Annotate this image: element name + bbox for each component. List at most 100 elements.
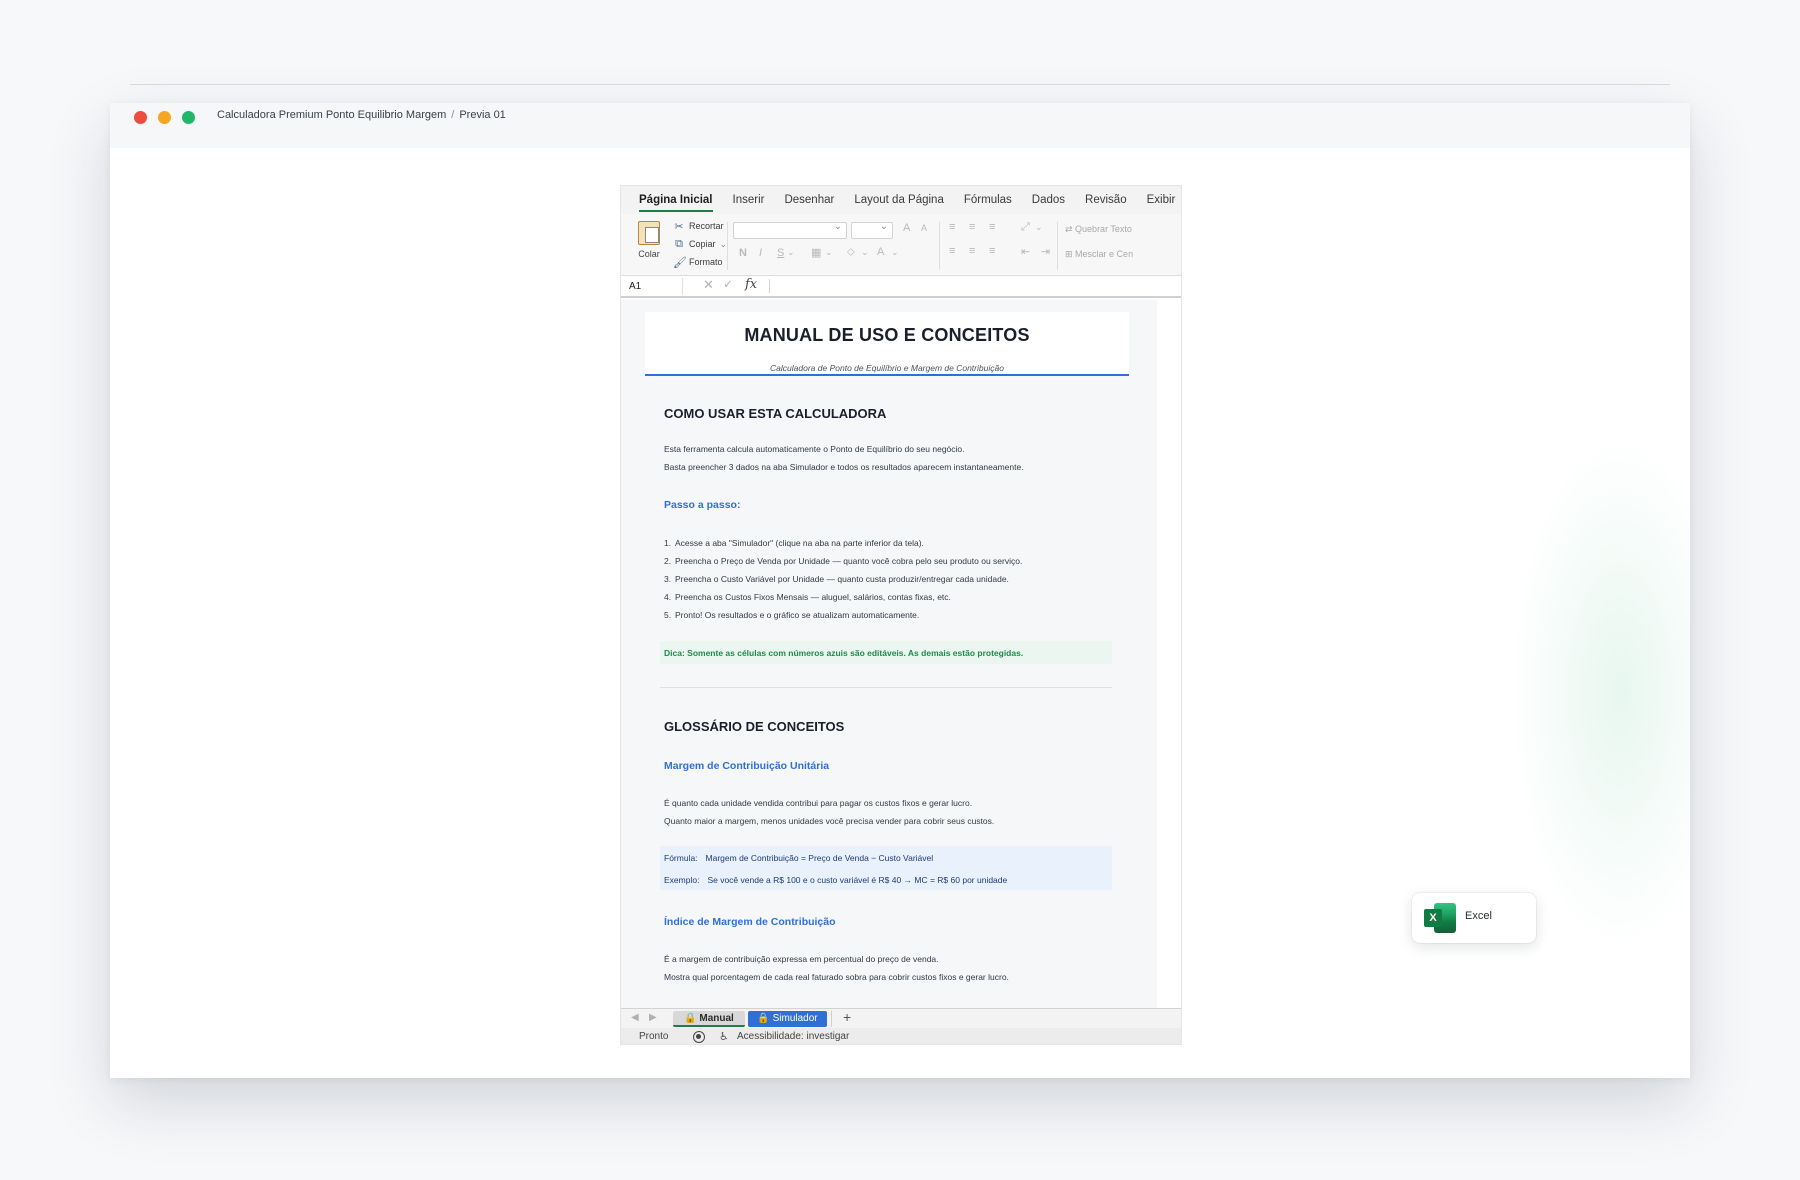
- merge-center-label: Mesclar e Cen: [1075, 249, 1134, 259]
- accessibility-icon[interactable]: ♿: [719, 1030, 729, 1043]
- ribbon-divider: [939, 222, 940, 270]
- tab-inserir[interactable]: Inserir: [723, 186, 775, 214]
- sheet-tab-manual-label: Manual: [699, 1013, 734, 1024]
- prev-sheet-icon[interactable]: ◀: [631, 1012, 639, 1023]
- merge-center-button[interactable]: ⊞ Mesclar e Cen: [1065, 249, 1133, 260]
- increase-font-icon[interactable]: A: [903, 222, 910, 234]
- scissors-icon: ✂: [674, 220, 684, 233]
- example-text: Se você vende a R$ 100 e o custo variáve…: [707, 875, 1008, 885]
- clipboard-icon: [638, 221, 660, 245]
- tab-layout-da-pagina[interactable]: Layout da Página: [844, 186, 954, 214]
- section-heading-how-to: COMO USAR ESTA CALCULADORA: [664, 406, 887, 421]
- font-color-icon[interactable]: A: [877, 246, 884, 258]
- step-item: 1. Acesse a aba "Simulador" (clique na ab…: [664, 538, 924, 548]
- orientation-icon[interactable]: ⤢: [1021, 221, 1030, 234]
- breadcrumb-separator: /: [451, 109, 455, 121]
- accessibility-status[interactable]: Acessibilidade: investigar: [737, 1031, 849, 1042]
- align-middle-icon[interactable]: ≡: [969, 221, 975, 233]
- insert-function-button[interactable]: fx: [745, 277, 757, 292]
- cut-label: Recortar: [689, 221, 724, 231]
- steps-heading: Passo a passo:: [664, 499, 741, 511]
- breadcrumb-page: Previa 01: [459, 109, 506, 121]
- top-divider: [130, 84, 1670, 85]
- format-painter-button[interactable]: 🖌 Formato: [673, 254, 727, 270]
- underline-button[interactable]: S: [777, 247, 784, 259]
- align-bottom-icon[interactable]: ≡: [989, 221, 995, 233]
- copy-button[interactable]: ⧉ Copiar ⌄: [673, 236, 727, 252]
- bold-button[interactable]: N: [739, 247, 747, 259]
- confirm-icon[interactable]: ✓: [723, 277, 733, 291]
- record-macro-icon[interactable]: [693, 1031, 705, 1043]
- formula-label: Fórmula:: [664, 853, 698, 863]
- tip-callout: Dica: Somente as células com números azu…: [660, 641, 1112, 664]
- brush-icon: 🖌: [673, 256, 687, 269]
- wrap-text-label: Quebrar Texto: [1075, 224, 1132, 234]
- borders-icon[interactable]: ▦: [811, 246, 821, 259]
- step-text: Preencha os Custos Fixos Mensais — alugu…: [675, 592, 951, 602]
- breadcrumb-project[interactable]: Calculadora Premium Ponto Equilibrio Mar…: [217, 109, 446, 121]
- step-text: Preencha o Preço de Venda por Unidade — …: [675, 556, 1023, 566]
- step-number: 2.: [664, 556, 672, 566]
- imc-line-2: Mostra qual porcentagem de cada real fat…: [664, 972, 1009, 982]
- app-badge[interactable]: X Excel: [1412, 893, 1536, 943]
- italic-button[interactable]: I: [759, 247, 762, 259]
- sheet-tab-manual[interactable]: 🔒 Manual: [673, 1011, 745, 1027]
- align-top-icon[interactable]: ≡: [949, 221, 955, 233]
- step-item: 4. Preencha os Custos Fixos Mensais — alu…: [664, 592, 951, 602]
- formula-line: Fórmula: Margem de Contribuição = Preço d…: [664, 853, 933, 863]
- ribbon-divider: [727, 222, 728, 270]
- chevron-down-icon: ⌄: [861, 247, 869, 257]
- chevron-down-icon: ⌄: [891, 247, 899, 257]
- formula-bar: A1 ✕ ✓ fx: [621, 276, 1181, 298]
- font-family-select[interactable]: [733, 221, 847, 239]
- sheet-tab-simulador[interactable]: 🔒 Simulador: [748, 1011, 827, 1027]
- ribbon-divider: [1057, 222, 1058, 270]
- section-divider: [660, 687, 1112, 688]
- tab-exibir[interactable]: Exibir: [1137, 186, 1181, 214]
- step-text: Acesse a aba "Simulador" (clique na aba …: [675, 538, 924, 548]
- minimize-window-button[interactable]: [158, 111, 171, 124]
- increase-indent-icon[interactable]: ⇥: [1041, 245, 1050, 258]
- sheet-tab-simulador-label: Simulador: [772, 1013, 818, 1024]
- intro-line-1: Esta ferramenta calcula automaticamente …: [664, 444, 965, 454]
- decrease-indent-icon[interactable]: ⇤: [1021, 245, 1030, 258]
- tab-revisao[interactable]: Revisão: [1075, 186, 1137, 214]
- tab-dados[interactable]: Dados: [1022, 186, 1075, 214]
- tab-divider: [831, 1011, 832, 1027]
- example-line: Exemplo: Se você vende a R$ 100 e o custo…: [664, 875, 1007, 885]
- fill-color-icon[interactable]: ⬦: [847, 246, 855, 259]
- document-title: MANUAL DE USO E CONCEITOS: [744, 325, 1030, 345]
- cut-button[interactable]: ✂ Recortar: [673, 218, 727, 234]
- copy-icon: ⧉: [675, 237, 683, 250]
- align-right-icon[interactable]: ≡: [989, 245, 995, 257]
- clipboard-group: ✂ Recortar ⧉ Copiar ⌄ 🖌 Formato: [673, 218, 727, 270]
- align-center-icon[interactable]: ≡: [969, 245, 975, 257]
- formula-input-divider: [769, 279, 770, 293]
- concept-heading-imc: Índice de Margem de Contribuição: [664, 916, 836, 928]
- tab-desenhar[interactable]: Desenhar: [774, 186, 844, 214]
- decrease-font-icon[interactable]: A: [921, 223, 927, 233]
- worksheet-area[interactable]: MANUAL DE USO E CONCEITOS Calculadora de…: [621, 300, 1181, 1008]
- tab-pagina-inicial[interactable]: Página Inicial: [629, 186, 723, 214]
- step-number: 4.: [664, 592, 672, 602]
- tip-text: Dica: Somente as células com números azu…: [664, 648, 1024, 658]
- concept-heading-mc: Margem de Contribuição Unitária: [664, 760, 830, 772]
- close-window-button[interactable]: [134, 111, 147, 124]
- tab-formulas[interactable]: Fórmulas: [954, 186, 1022, 214]
- wrap-text-button[interactable]: ⇄ Quebrar Texto: [1065, 224, 1132, 235]
- cancel-icon[interactable]: ✕: [703, 277, 714, 293]
- maximize-window-button[interactable]: [182, 111, 195, 124]
- copy-label: Copiar: [689, 239, 716, 249]
- font-size-select[interactable]: [851, 221, 893, 239]
- status-ready: Pronto: [639, 1031, 669, 1042]
- worksheet-content: MANUAL DE USO E CONCEITOS Calculadora de…: [621, 300, 1157, 1008]
- add-sheet-icon[interactable]: +: [843, 1009, 851, 1025]
- name-box[interactable]: A1: [625, 278, 683, 295]
- chevron-down-icon: ⌄: [787, 247, 795, 257]
- chevron-down-icon: ⌄: [825, 247, 833, 257]
- paste-button[interactable]: Colar: [632, 221, 666, 269]
- chevron-down-icon: ⌄: [1035, 222, 1043, 232]
- step-text: Preencha o Custo Variável por Unidade — …: [675, 574, 1009, 584]
- align-left-icon[interactable]: ≡: [949, 245, 955, 257]
- next-sheet-icon[interactable]: ▶: [649, 1012, 657, 1023]
